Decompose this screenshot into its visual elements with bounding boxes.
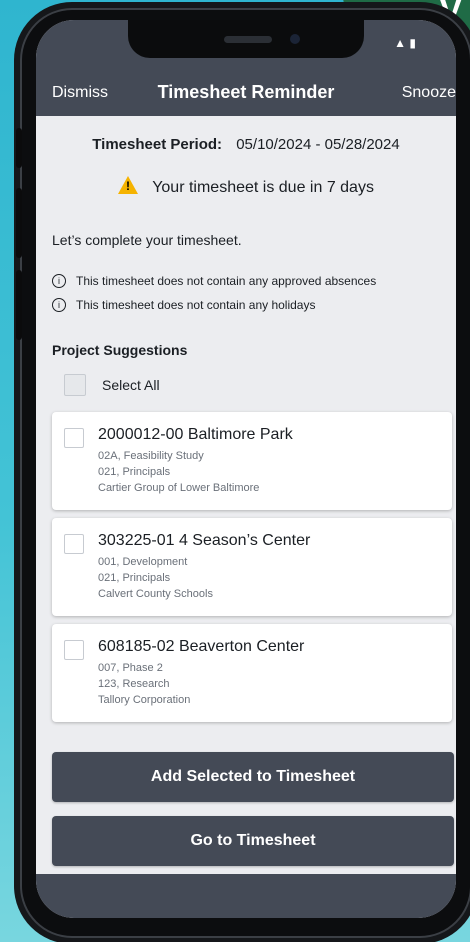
status-icons: ▲ ▮ [394,36,416,50]
go-to-timesheet-button[interactable]: Go to Timesheet [52,816,454,866]
add-selected-button[interactable]: Add Selected to Timesheet [52,752,454,802]
notice-holidays: i This timesheet does not contain any ho… [52,298,315,312]
project-suggestions-heading: Project Suggestions [52,342,188,358]
project-task: 021, Principals [98,466,171,478]
project-client: Calvert County Schools [98,588,213,600]
camera [290,34,300,44]
project-task: 123, Research [98,678,170,690]
select-all[interactable]: Select All [64,374,160,396]
due-text: Your timesheet is due in 7 days [152,179,374,196]
info-icon: i [52,274,66,288]
notice-absences: i This timesheet does not contain any ap… [52,274,376,288]
project-phase: 001, Development [98,556,188,568]
project-task: 021, Principals [98,572,171,584]
select-all-checkbox[interactable] [64,374,86,396]
notch [128,20,364,58]
content-area: Timesheet Period: 05/10/2024 - 05/28/202… [36,116,456,918]
select-all-label: Select All [102,377,160,393]
due-message: ! Your timesheet is due in 7 days [36,176,456,197]
snooze-button[interactable]: Snooze [402,84,456,102]
notice-text: This timesheet does not contain any holi… [76,298,316,312]
project-title: 2000012-00 Baltimore Park [98,426,293,443]
project-phase: 02A, Feasibility Study [98,450,204,462]
project-card[interactable]: 608185-02 Beaverton Center 007, Phase 2 … [52,624,452,722]
timesheet-period: Timesheet Period: 05/10/2024 - 05/28/202… [36,136,456,153]
project-client: Tallory Corporation [98,694,191,706]
app-screen: ▲ ▮ Dismiss Timesheet Reminder Snooze Ti… [36,20,456,918]
page-title: Timesheet Reminder [157,82,335,102]
speaker [224,36,272,43]
project-phase: 007, Phase 2 [98,662,163,674]
volume-down-button [16,270,22,340]
project-checkbox[interactable] [64,428,84,448]
timesheet-period-value: 05/10/2024 - 05/28/2024 [236,136,400,153]
project-card[interactable]: 303225-01 4 Season’s Center 001, Develop… [52,518,452,616]
project-title: 608185-02 Beaverton Center [98,638,305,655]
bottom-bar [36,874,456,918]
project-client: Cartier Group of Lower Baltimore [98,482,260,494]
mute-switch [16,128,22,168]
timesheet-period-label: Timesheet Period: [92,136,223,153]
project-card[interactable]: 2000012-00 Baltimore Park 02A, Feasibili… [52,412,452,510]
project-checkbox[interactable] [64,640,84,660]
notice-text: This timesheet does not contain any appr… [76,274,377,288]
warning-icon: ! [118,176,139,194]
info-icon: i [52,298,66,312]
project-title: 303225-01 4 Season’s Center [98,532,311,549]
complete-message: Let’s complete your timesheet. [52,232,242,248]
project-checkbox[interactable] [64,534,84,554]
volume-up-button [16,188,22,258]
header-bar: ▲ ▮ Dismiss Timesheet Reminder Snooze [36,20,456,116]
